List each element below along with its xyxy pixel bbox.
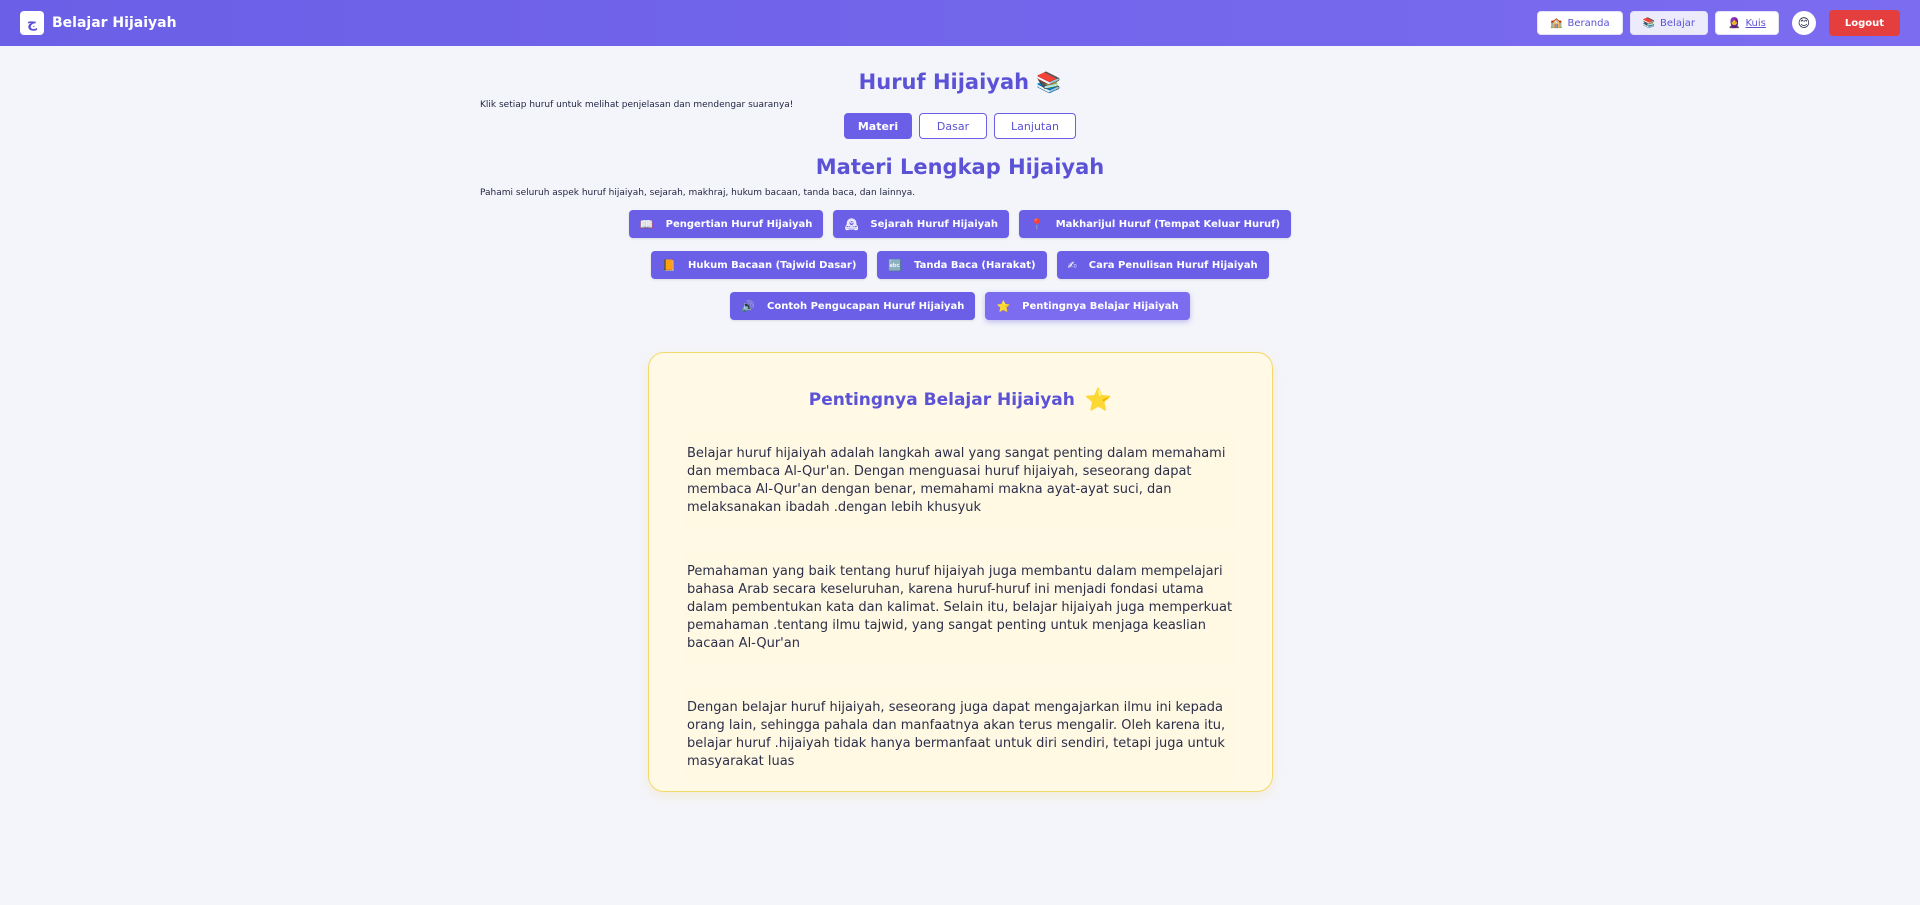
card-title-text: Pentingnya Belajar Hijaiyah	[808, 390, 1075, 410]
brand-logo-icon: ج	[20, 11, 44, 35]
tab-materi[interactable]: Materi	[844, 113, 912, 139]
section-subtitle: Pahami seluruh aspek huruf hijaiyah, sej…	[480, 188, 916, 198]
books-icon: 📚	[1642, 17, 1656, 29]
books-icon: 📚	[1036, 70, 1062, 94]
topic-label: Pengertian Huruf Hijaiyah	[665, 218, 813, 230]
topic-pengucapan-button[interactable]: 🔊 Contoh Pengucapan Huruf Hijaiyah	[730, 292, 976, 320]
topic-sejarah-button[interactable]: 🕰 Sejarah Huruf Hijaiyah	[833, 210, 1010, 238]
topic-buttons: 📖 Pengertian Huruf Hijaiyah 🕰 Sejarah Hu…	[480, 210, 1440, 320]
page-subtitle: Klik setiap huruf untuk melihat penjelas…	[480, 100, 794, 110]
pin-icon: 📍	[1030, 217, 1044, 231]
topic-row: 🔊 Contoh Pengucapan Huruf Hijaiyah ⭐ Pen…	[730, 292, 1190, 320]
star-icon: ⭐	[996, 299, 1011, 313]
nav-belajar-label: Belajar	[1660, 17, 1695, 29]
topic-label: Hukum Bacaan (Tajwid Dasar)	[688, 259, 857, 271]
card-paragraph: Pemahaman yang baik tentang huruf hijaiy…	[685, 551, 1236, 665]
section-title: Materi Lengkap Hijaiyah	[815, 155, 1105, 179]
top-navbar: ج Belajar Hijaiyah 🏫 Beranda 📚 Belajar 🧕…	[0, 0, 1920, 46]
page-title: Huruf Hijaiyah 📚	[480, 70, 1440, 94]
notebook-icon: 📙	[662, 258, 677, 272]
clock-icon: 🕰	[844, 217, 859, 231]
school-icon: 🏫	[1550, 17, 1563, 29]
topic-hukum-bacaan-button[interactable]: 📙 Hukum Bacaan (Tajwid Dasar)	[651, 251, 868, 279]
topic-row: 📙 Hukum Bacaan (Tajwid Dasar) 🔤 Tanda Ba…	[651, 251, 1269, 279]
topic-label: Sejarah Huruf Hijaiyah	[870, 218, 999, 230]
topic-pentingnya-button[interactable]: ⭐ Pentingnya Belajar Hijaiyah	[985, 292, 1190, 320]
card-paragraph: Belajar huruf hijaiyah adalah langkah aw…	[685, 433, 1236, 529]
book-icon: 📖	[639, 217, 654, 231]
speaker-icon: 🔊	[741, 299, 755, 313]
topic-penulisan-button[interactable]: ✍ Cara Penulisan Huruf Hijaiyah	[1056, 251, 1269, 279]
nav-kuis-button[interactable]: 🧕 Kuis	[1714, 11, 1779, 35]
card-paragraph: Dengan belajar huruf hijaiyah, seseorang…	[685, 687, 1236, 783]
page-title-text: Huruf Hijaiyah	[858, 70, 1030, 94]
topic-label: Pentingnya Belajar Hijaiyah	[1022, 300, 1179, 312]
level-tabs: Materi Dasar Lanjutan	[480, 113, 1440, 139]
main-content: Huruf Hijaiyah 📚 Klik setiap huruf untuk…	[480, 46, 1440, 320]
topic-label: Cara Penulisan Huruf Hijaiyah	[1088, 259, 1258, 271]
logout-button[interactable]: Logout	[1828, 10, 1900, 36]
brand[interactable]: ج Belajar Hijaiyah	[20, 11, 177, 35]
topic-row: 📖 Pengertian Huruf Hijaiyah 🕰 Sejarah Hu…	[628, 210, 1292, 238]
topic-label: Contoh Pengucapan Huruf Hijaiyah	[767, 300, 965, 312]
writing-hand-icon: ✍	[1067, 258, 1077, 272]
topic-tanda-baca-button[interactable]: 🔤 Tanda Baca (Harakat)	[877, 251, 1047, 279]
star-icon: ⭐	[1084, 387, 1113, 413]
nav-belajar-button[interactable]: 📚 Belajar	[1629, 11, 1708, 35]
topic-makharij-button[interactable]: 📍 Makharijul Huruf (Tempat Keluar Huruf)	[1019, 210, 1292, 238]
nav-links: 🏫 Beranda 📚 Belajar 🧕 Kuis 😊 Logout	[1537, 10, 1900, 36]
nav-beranda-label: Beranda	[1567, 17, 1610, 29]
topic-label: Tanda Baca (Harakat)	[914, 259, 1036, 271]
avatar[interactable]: 😊	[1791, 11, 1816, 35]
topic-content-card: Pentingnya Belajar Hijaiyah ⭐ Belajar hu…	[648, 352, 1273, 792]
topic-pengertian-button[interactable]: 📖 Pengertian Huruf Hijaiyah	[628, 210, 824, 238]
topic-label: Makharijul Huruf (Tempat Keluar Huruf)	[1055, 218, 1281, 230]
card-title: Pentingnya Belajar Hijaiyah ⭐	[685, 385, 1236, 415]
abc-icon: 🔤	[888, 258, 903, 272]
tab-lanjutan[interactable]: Lanjutan	[994, 113, 1076, 139]
person-icon: 🧕	[1727, 17, 1741, 29]
nav-beranda-button[interactable]: 🏫 Beranda	[1537, 11, 1623, 35]
nav-kuis-label: Kuis	[1745, 17, 1766, 29]
brand-name: Belajar Hijaiyah	[52, 15, 177, 31]
tab-dasar[interactable]: Dasar	[919, 113, 987, 139]
